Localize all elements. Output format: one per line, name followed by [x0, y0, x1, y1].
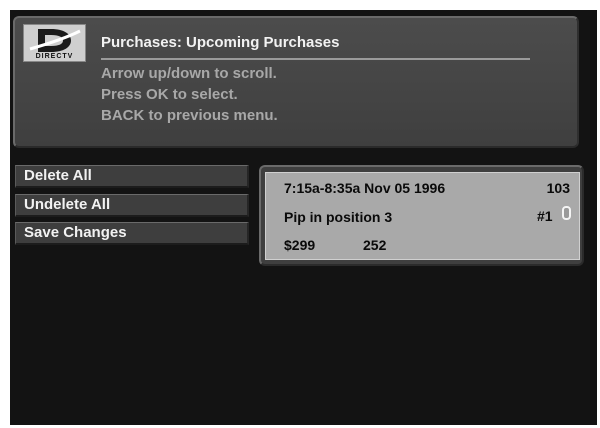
undelete-all-button[interactable]: Undelete All [15, 194, 249, 217]
header-panel: DIRECTV Purchases: Upcoming Purchases Ar… [13, 16, 579, 148]
directv-logo: DIRECTV [23, 24, 86, 62]
purchase-list-item[interactable]: 7:15a-8:35a Nov 05 1996 103 Pip in posit… [265, 172, 580, 260]
save-changes-button[interactable]: Save Changes [15, 222, 249, 245]
purchase-code: 252 [363, 237, 387, 253]
instruction-select: Press OK to select. [101, 86, 238, 103]
purchase-number: #1 [537, 208, 553, 224]
purchase-price: $299 [284, 237, 316, 253]
purchase-channel: 103 [546, 180, 570, 196]
logo-text: DIRECTV [35, 53, 74, 60]
delete-all-button[interactable]: Delete All [15, 165, 249, 188]
instruction-back: BACK to previous menu. [101, 107, 278, 124]
purchase-title: Pip in position 3 [284, 209, 393, 225]
page-title: Purchases: Upcoming Purchases [101, 34, 340, 51]
purchase-time-range: 7:15a-8:35a Nov 05 1996 [284, 180, 446, 196]
title-divider [101, 58, 530, 60]
purchase-checkbox[interactable] [562, 206, 571, 220]
instruction-scroll: Arrow up/down to scroll. [101, 65, 277, 82]
